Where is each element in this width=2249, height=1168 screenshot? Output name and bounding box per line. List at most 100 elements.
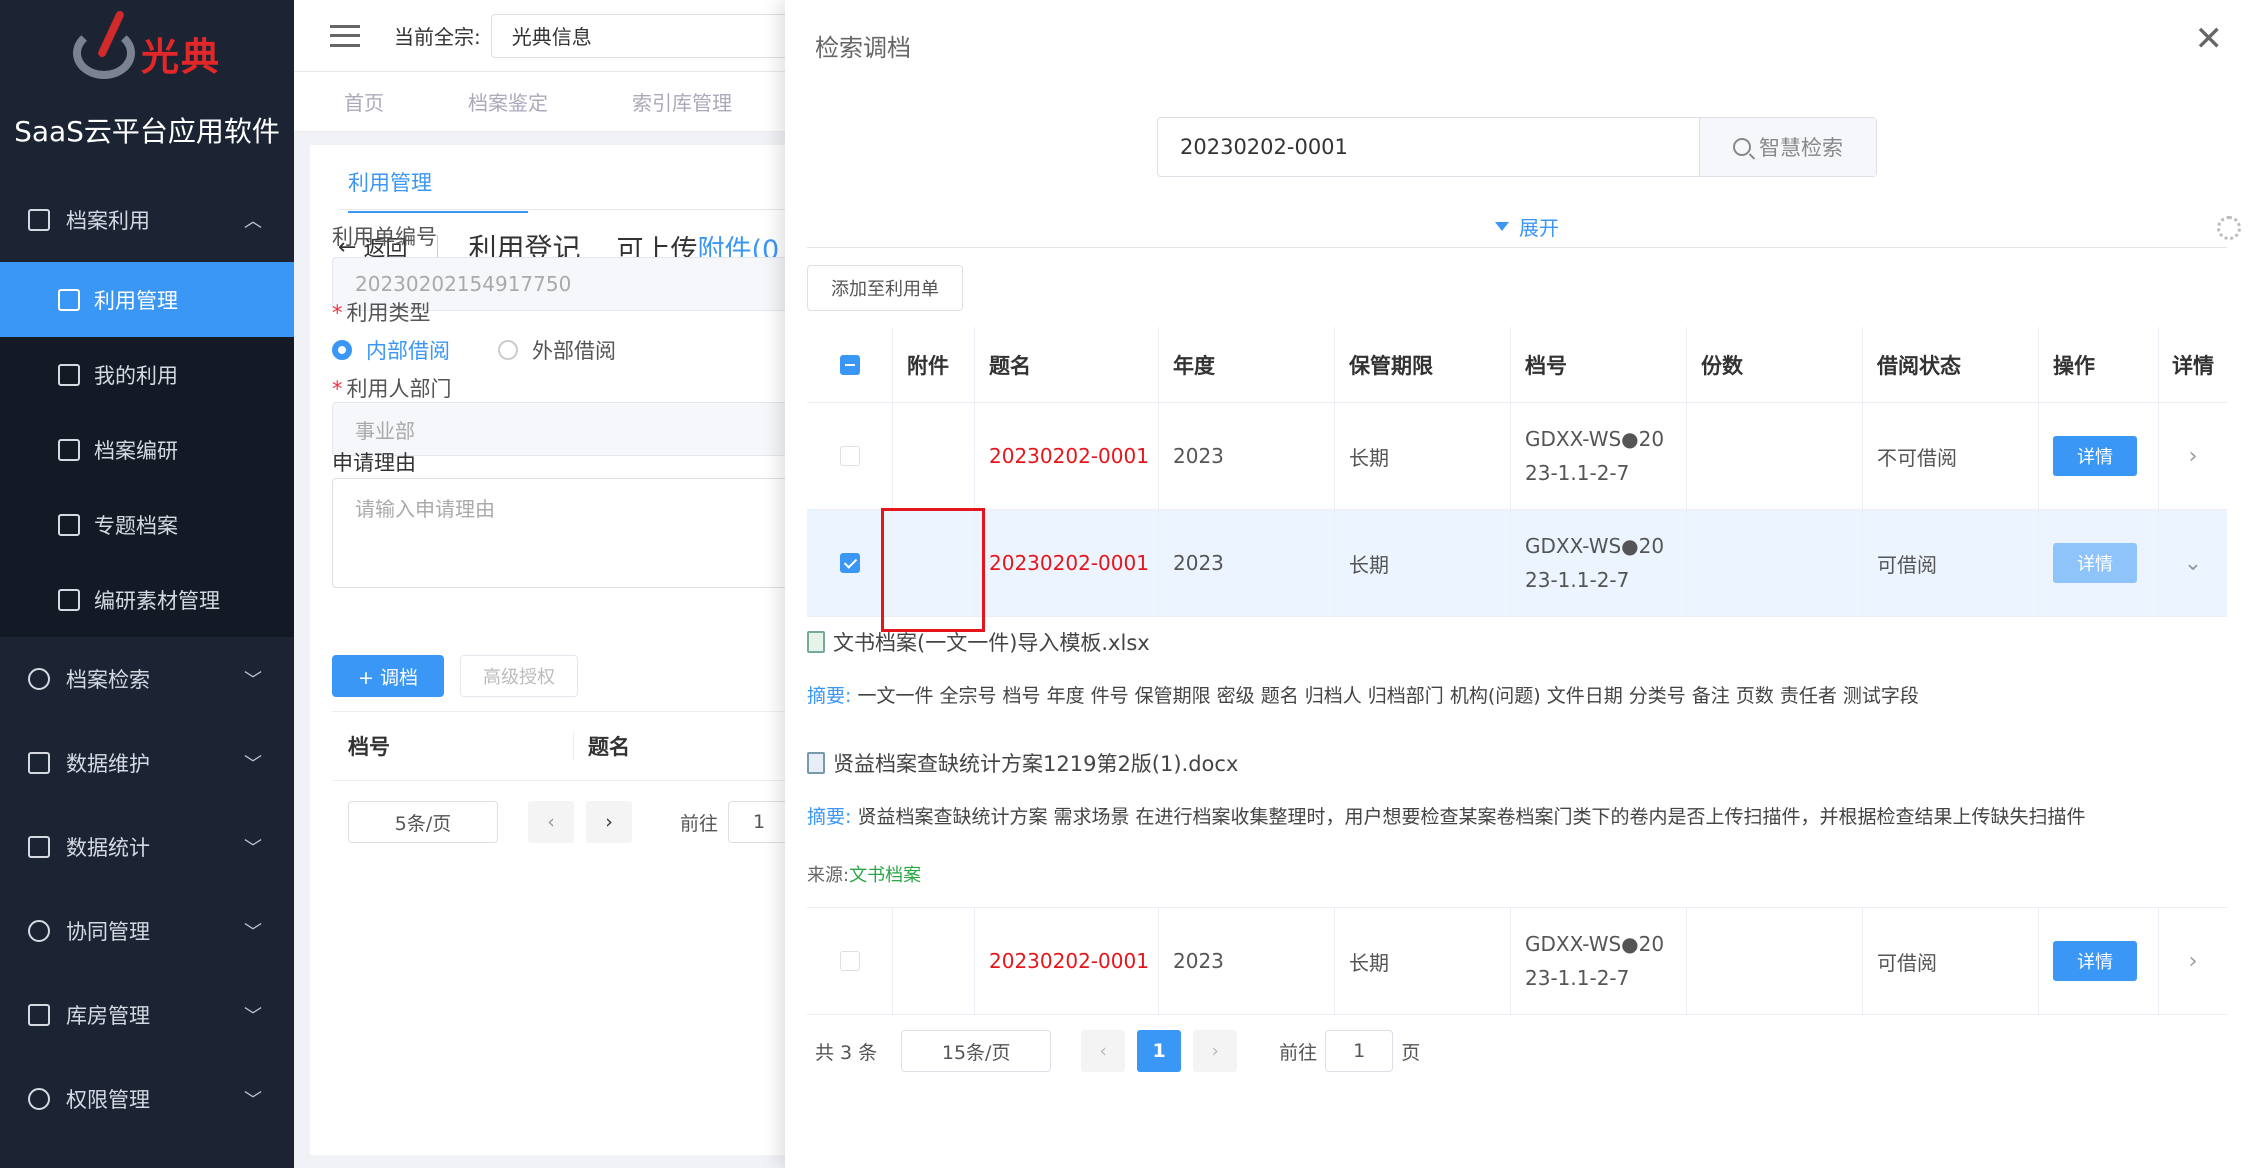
menu-toggle-icon[interactable] [330,24,360,47]
radio-external-label[interactable]: 外部借阅 [532,335,616,365]
required-mark: * [332,301,343,325]
page-size-select[interactable]: 5条/页 [348,801,498,843]
expand-toggle[interactable]: 展开 [1495,212,1559,241]
prev-page-button[interactable]: ‹ [528,801,574,843]
pagination: 共 3 条 15条/页 ‹ 1 › 前往 1 页 [815,1030,1420,1072]
expand-row-cell: › [2159,403,2227,509]
archive-no-cell: GDXX-WS●20 23-1.1-2-7 [1511,908,1687,1014]
attachment-filename[interactable]: 贤益档案查缺统计方案1219第2版(1).docx [833,748,1238,778]
sidebar-item-label: 专题档案 [94,513,178,538]
borrow-status-cell: 可借阅 [1863,510,2039,616]
sidebar-item-use-management[interactable]: 利用管理 [0,262,294,337]
menu-group-permissions[interactable]: 权限管理 ﹀ [0,1057,294,1141]
tab-home[interactable]: 首页 [344,87,384,116]
building-icon [28,1004,50,1026]
chevron-down-icon[interactable]: ⌄ [2184,551,2202,576]
tab-use-management[interactable]: 利用管理 [348,167,528,213]
search-input[interactable]: 20230202-0001 [1158,118,1700,176]
bg-pagination: 5条/页 ‹ › 前往 1 [348,801,793,843]
book-icon [58,288,80,311]
divider [437,235,439,259]
sidebar-item-archive-compile[interactable]: 档案编研 [0,412,294,487]
use-no-label: 利用单编号 [332,221,437,251]
chevron-right-icon[interactable]: › [2189,444,2198,469]
use-type-radios: 内部借阅 外部借阅 [332,335,616,365]
tab-index-library[interactable]: 索引库管理 [632,87,732,116]
borrow-status-cell: 可借阅 [1863,908,2039,1014]
detail-button[interactable]: 详情 [2053,941,2137,981]
current-fonds-select[interactable]: 光典信息 [490,13,811,58]
menu-group-data-stats[interactable]: 数据统计 ﹀ [0,805,294,889]
radio-internal-label[interactable]: 内部借阅 [366,335,450,365]
page-size-select[interactable]: 15条/页 [901,1030,1052,1072]
goto-page-input[interactable]: 1 [1325,1030,1394,1072]
close-icon[interactable]: ✕ [2195,22,2224,56]
menu-group-warehouse[interactable]: 库房管理 ﹀ [0,973,294,1057]
table-row[interactable]: 20230202-0001 2023 长期 GDXX-WS●20 23-1.1-2… [807,510,2227,617]
archive-no-line1: GDXX-WS●20 [1525,932,1665,956]
page-suffix: 页 [1401,1041,1421,1064]
summary-text: 一文一件 全宗号 档号 年度 件号 保管期限 密级 题名 归档人 归档部门 机构… [851,685,1919,707]
sidebar-item-my-use[interactable]: 我的利用 [0,337,294,412]
operation-cell: 详情 [2039,908,2159,1014]
source-value[interactable]: 文书档案 [849,865,921,886]
title-cell: 20230202-0001 [975,403,1159,509]
attachment-summary: 摘要: 贤益档案查缺统计方案 需求场景 在进行档案收集整理时，用户想要检查某案卷… [807,802,2227,829]
next-page-button[interactable]: › [1193,1030,1238,1072]
table-row[interactable]: 20230202-0001 2023 长期 GDXX-WS●20 23-1.1-2… [807,908,2227,1015]
row-checkbox[interactable] [839,951,860,971]
attachment-item[interactable]: 文书档案(一文一件)导入模板.xlsx [807,627,2227,657]
radio-external[interactable] [498,340,518,360]
th-archive-no: 档号 [348,731,574,761]
sidebar-item-material-management[interactable]: 编研素材管理 [0,562,294,637]
radio-internal[interactable] [332,340,352,360]
dept-label-text: 利用人部门 [346,377,452,401]
sidebar-item-label: 利用管理 [94,288,178,313]
year-cell: 2023 [1159,908,1335,1014]
archive-no-line1: GDXX-WS●20 [1525,427,1665,451]
save-icon [58,588,80,611]
menu-group-label: 档案利用 [66,209,150,233]
th-copies: 份数 [1687,327,1863,402]
chevron-down-icon: ﹀ [244,922,262,943]
smart-search-button[interactable]: 智慧检索 [1700,118,1876,176]
select-all-cell [807,327,893,402]
sidebar-item-topic-archive[interactable]: 专题档案 [0,487,294,562]
retrieve-button[interactable]: + 调档 [332,655,444,697]
goto-page-input[interactable]: 1 [728,801,793,843]
th-title: 题名 [975,327,1159,402]
gear-icon[interactable] [2217,216,2241,240]
next-page-button[interactable]: › [586,801,632,843]
copies-cell [1687,510,1863,616]
add-to-list-button[interactable]: 添加至利用单 [807,265,963,311]
divider [807,247,2227,248]
menu-group-collaboration[interactable]: 协同管理 ﹀ [0,889,294,973]
key-icon [28,1088,50,1110]
required-mark: * [332,377,343,401]
use-type-label-text: 利用类型 [346,301,431,325]
chevron-down-icon: ﹀ [244,1006,262,1027]
collapse-row-cell: ⌄ [2159,510,2227,616]
menu-group-archive-use[interactable]: 档案利用 ︿ [0,178,294,262]
detail-button[interactable]: 详情 [2053,543,2137,583]
chevron-right-icon[interactable]: › [2189,949,2198,974]
detail-button[interactable]: 详情 [2053,436,2137,476]
operation-cell: 详情 [2039,403,2159,509]
row-checkbox[interactable] [839,553,860,573]
attachment-item[interactable]: 贤益档案查缺统计方案1219第2版(1).docx [807,748,2227,778]
page-number-current[interactable]: 1 [1137,1030,1182,1072]
advanced-auth-button[interactable]: 高级授权 [460,655,578,697]
table-row[interactable]: 20230202-0001 2023 长期 GDXX-WS●20 23-1.1-2… [807,403,2227,510]
results-table: 附件 题名 年度 保管期限 档号 份数 借阅状态 操作 详情 20230202-… [807,327,2227,617]
row-checkbox[interactable] [839,446,860,466]
copies-cell [1687,908,1863,1014]
submenu: 利用管理 我的利用 档案编研 专题档案 编研素材管理 [0,262,294,637]
menu-group-data-maintenance[interactable]: 数据维护 ﹀ [0,721,294,805]
prev-page-button[interactable]: ‹ [1081,1030,1126,1072]
select-all-checkbox[interactable] [839,354,860,375]
tab-appraisal[interactable]: 档案鉴定 [468,87,548,116]
year-cell: 2023 [1159,510,1335,616]
expand-label: 展开 [1519,216,1559,240]
menu-group-archive-search[interactable]: 档案检索 ﹀ [0,637,294,721]
search-icon [1733,138,1751,156]
